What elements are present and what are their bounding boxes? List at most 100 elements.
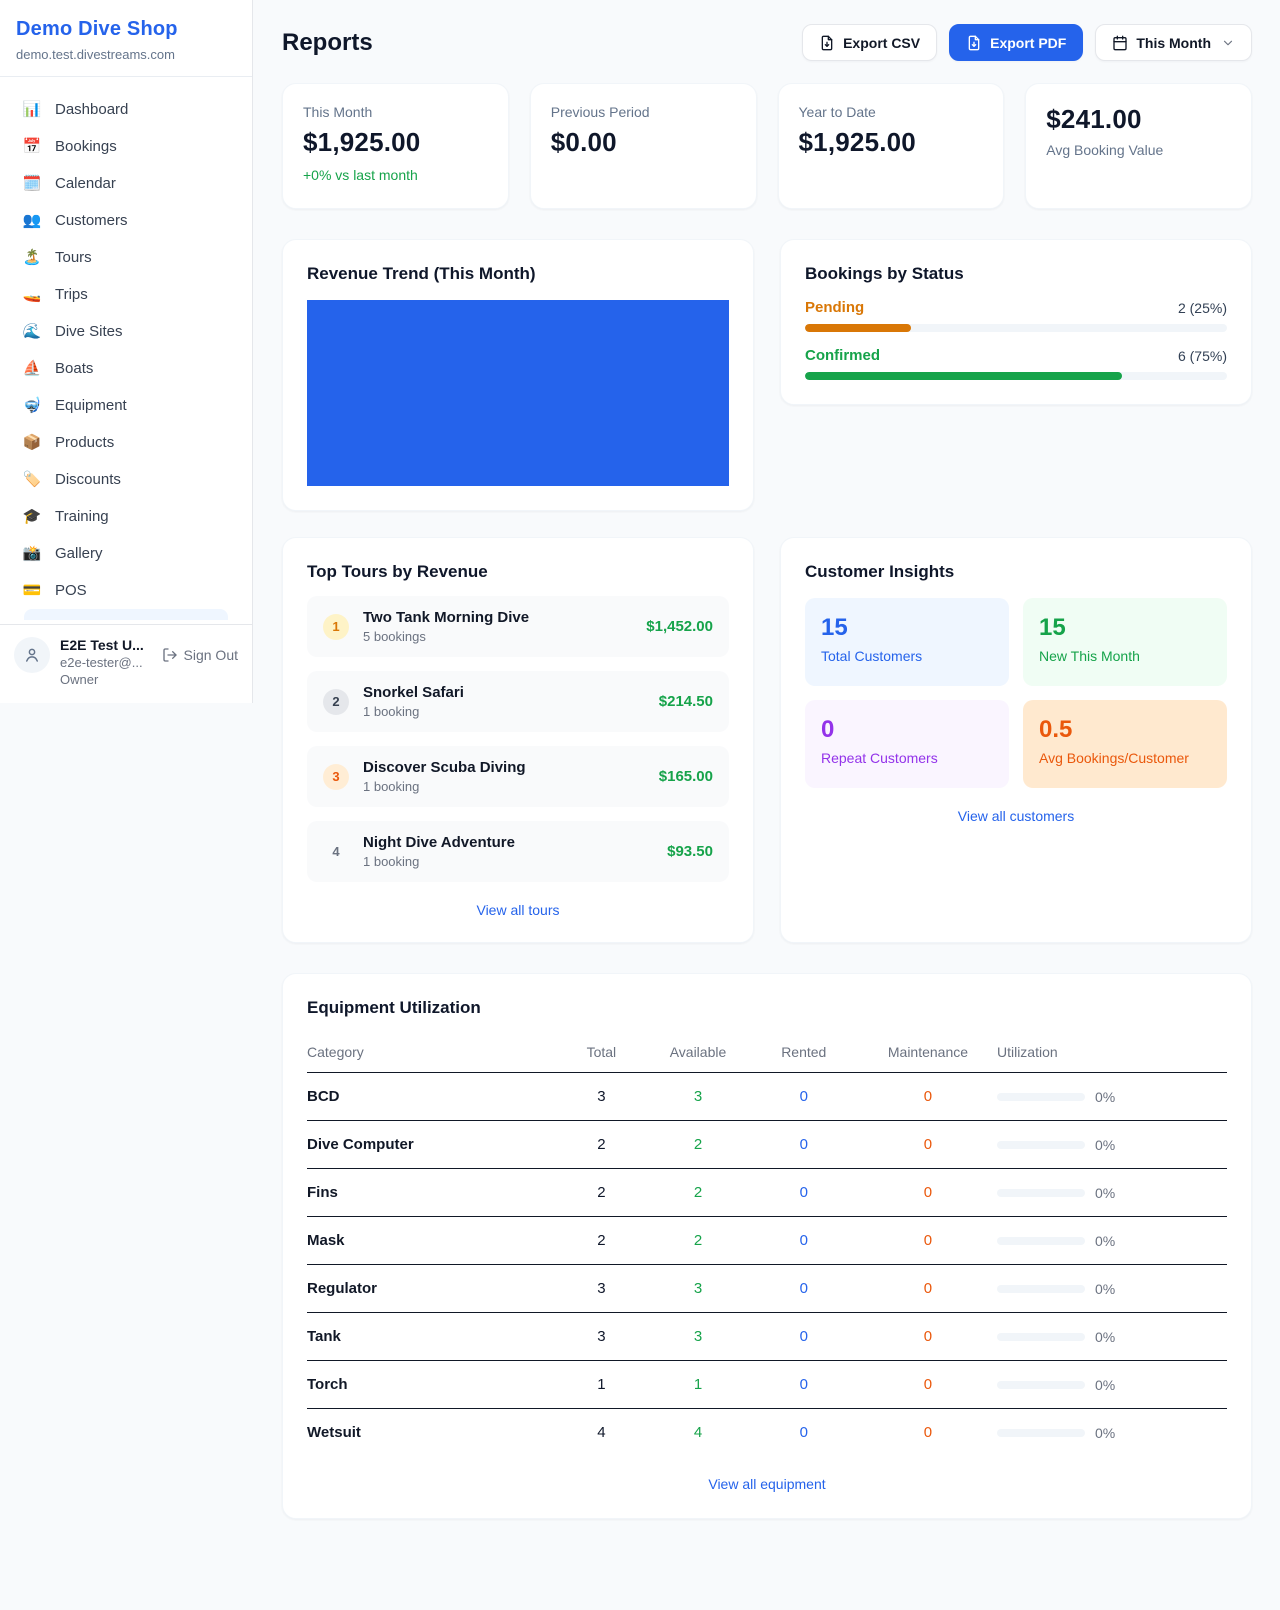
tour-revenue: $214.50 bbox=[659, 693, 713, 710]
status-row-pending: Pending 2 (25%) bbox=[805, 299, 1227, 332]
utilization-bar bbox=[997, 1333, 1085, 1341]
cell-rented: 0 bbox=[749, 1169, 859, 1217]
stat-value: $1,925.00 bbox=[303, 127, 488, 158]
export-pdf-button[interactable]: Export PDF bbox=[949, 24, 1083, 61]
cell-category: Tank bbox=[307, 1313, 555, 1361]
utilization-pct: 0% bbox=[1095, 1377, 1115, 1393]
sidebar-item-label: Boats bbox=[55, 360, 93, 377]
sidebar-item-tours[interactable]: 🏝️ Tours bbox=[12, 239, 240, 276]
utilization-bar bbox=[997, 1381, 1085, 1389]
status-label: Confirmed bbox=[805, 347, 880, 364]
sidebar-item-gallery[interactable]: 📸 Gallery bbox=[12, 535, 240, 572]
sidebar-item-customers[interactable]: 👥 Customers bbox=[12, 202, 240, 239]
tour-bookings-count: 1 booking bbox=[363, 854, 515, 869]
tile-label: New This Month bbox=[1039, 648, 1211, 664]
cell-available: 2 bbox=[647, 1121, 748, 1169]
chevron-down-icon bbox=[1221, 36, 1235, 50]
cell-category: BCD bbox=[307, 1073, 555, 1121]
sidebar-item-label: Discounts bbox=[55, 471, 121, 488]
sidebar-item-label: Bookings bbox=[55, 138, 117, 155]
cell-total: 3 bbox=[555, 1313, 647, 1361]
utilization-pct: 0% bbox=[1095, 1089, 1115, 1105]
top-tours-card: Top Tours by Revenue 1 Two Tank Morning … bbox=[282, 537, 754, 943]
camera-icon: 📸 bbox=[22, 546, 42, 561]
cell-maintenance: 0 bbox=[859, 1169, 997, 1217]
utilization-bar bbox=[997, 1285, 1085, 1293]
utilization-pct: 0% bbox=[1095, 1137, 1115, 1153]
column-header-category: Category bbox=[307, 1034, 555, 1073]
sidebar-item-bookings[interactable]: 📅 Bookings bbox=[12, 128, 240, 165]
package-icon: 📦 bbox=[22, 435, 42, 450]
export-csv-button[interactable]: Export CSV bbox=[802, 24, 937, 61]
sidebar-item-reports-clipped[interactable] bbox=[24, 609, 228, 620]
tour-name: Discover Scuba Diving bbox=[363, 759, 526, 776]
utilization-bar bbox=[997, 1093, 1085, 1101]
rank-badge: 3 bbox=[323, 764, 349, 790]
sidebar-item-boats[interactable]: ⛵ Boats bbox=[12, 350, 240, 387]
avatar bbox=[14, 637, 50, 673]
sidebar-nav: 📊 Dashboard 📅 Bookings 🗓️ Calendar 👥 Cus… bbox=[0, 77, 252, 624]
sidebar-item-label: Customers bbox=[55, 212, 128, 229]
sidebar-item-label: Equipment bbox=[55, 397, 127, 414]
table-header-row: Category Total Available Rented Maintena… bbox=[307, 1034, 1227, 1073]
period-dropdown[interactable]: This Month bbox=[1095, 24, 1252, 61]
cell-category: Regulator bbox=[307, 1265, 555, 1313]
table-row: Fins 2 2 0 0 0% bbox=[307, 1169, 1227, 1217]
stat-value: $241.00 bbox=[1046, 104, 1231, 135]
tour-bookings-count: 5 bookings bbox=[363, 629, 529, 644]
stat-label: Avg Booking Value bbox=[1046, 142, 1231, 158]
sidebar-item-label: POS bbox=[55, 582, 87, 599]
header-actions: Export CSV Export PDF This Month bbox=[802, 24, 1252, 61]
sidebar-item-calendar[interactable]: 🗓️ Calendar bbox=[12, 165, 240, 202]
speedboat-icon: 🚤 bbox=[22, 287, 42, 302]
column-header-maintenance: Maintenance bbox=[859, 1034, 997, 1073]
file-download-icon bbox=[966, 35, 982, 51]
brand-block: Demo Dive Shop demo.test.divestreams.com bbox=[0, 0, 252, 77]
cell-total: 4 bbox=[555, 1409, 647, 1457]
calendar-icon: 🗓️ bbox=[22, 176, 42, 191]
sidebar-item-trips[interactable]: 🚤 Trips bbox=[12, 276, 240, 313]
sidebar-item-pos[interactable]: 💳 POS bbox=[12, 572, 240, 609]
sidebar-item-label: Training bbox=[55, 508, 109, 525]
tour-row: 2 Snorkel Safari 1 booking $214.50 bbox=[307, 671, 729, 732]
tile-value: 15 bbox=[1039, 614, 1211, 642]
tile-repeat-customers: 0 Repeat Customers bbox=[805, 700, 1009, 788]
wave-icon: 🌊 bbox=[22, 324, 42, 339]
brand-name: Demo Dive Shop bbox=[16, 18, 236, 41]
island-icon: 🏝️ bbox=[22, 250, 42, 265]
sidebar-item-dive-sites[interactable]: 🌊 Dive Sites bbox=[12, 313, 240, 350]
sidebar-item-label: Dive Sites bbox=[55, 323, 123, 340]
revenue-trend-title: Revenue Trend (This Month) bbox=[307, 264, 729, 284]
sign-out-button[interactable]: Sign Out bbox=[162, 647, 238, 663]
sidebar-item-dashboard[interactable]: 📊 Dashboard bbox=[12, 91, 240, 128]
cell-maintenance: 0 bbox=[859, 1409, 997, 1457]
stat-delta: +0% vs last month bbox=[303, 167, 488, 183]
sidebar-item-discounts[interactable]: 🏷️ Discounts bbox=[12, 461, 240, 498]
utilization-bar bbox=[997, 1141, 1085, 1149]
customers-icon: 👥 bbox=[22, 213, 42, 228]
view-all-equipment-link[interactable]: View all equipment bbox=[307, 1476, 1227, 1492]
tour-name: Snorkel Safari bbox=[363, 684, 464, 701]
cell-category: Dive Computer bbox=[307, 1121, 555, 1169]
cell-total: 2 bbox=[555, 1217, 647, 1265]
insights-row: Top Tours by Revenue 1 Two Tank Morning … bbox=[282, 537, 1252, 943]
cell-available: 1 bbox=[647, 1361, 748, 1409]
view-all-customers-link[interactable]: View all customers bbox=[805, 808, 1227, 824]
sidebar-item-products[interactable]: 📦 Products bbox=[12, 424, 240, 461]
status-value: 6 (75%) bbox=[1178, 348, 1227, 364]
tile-new-this-month: 15 New This Month bbox=[1023, 598, 1227, 686]
tile-total-customers: 15 Total Customers bbox=[805, 598, 1009, 686]
cell-available: 2 bbox=[647, 1217, 748, 1265]
tour-bookings-count: 1 booking bbox=[363, 779, 526, 794]
cell-rented: 0 bbox=[749, 1313, 859, 1361]
person-icon bbox=[23, 646, 41, 664]
stat-label: This Month bbox=[303, 104, 488, 120]
cell-rented: 0 bbox=[749, 1217, 859, 1265]
sidebar-item-equipment[interactable]: 🤿 Equipment bbox=[12, 387, 240, 424]
view-all-tours-link[interactable]: View all tours bbox=[307, 902, 729, 918]
cell-total: 1 bbox=[555, 1361, 647, 1409]
diving-mask-icon: 🤿 bbox=[22, 398, 42, 413]
cell-maintenance: 0 bbox=[859, 1073, 997, 1121]
revenue-trend-bar-chart bbox=[307, 300, 729, 486]
sidebar-item-training[interactable]: 🎓 Training bbox=[12, 498, 240, 535]
